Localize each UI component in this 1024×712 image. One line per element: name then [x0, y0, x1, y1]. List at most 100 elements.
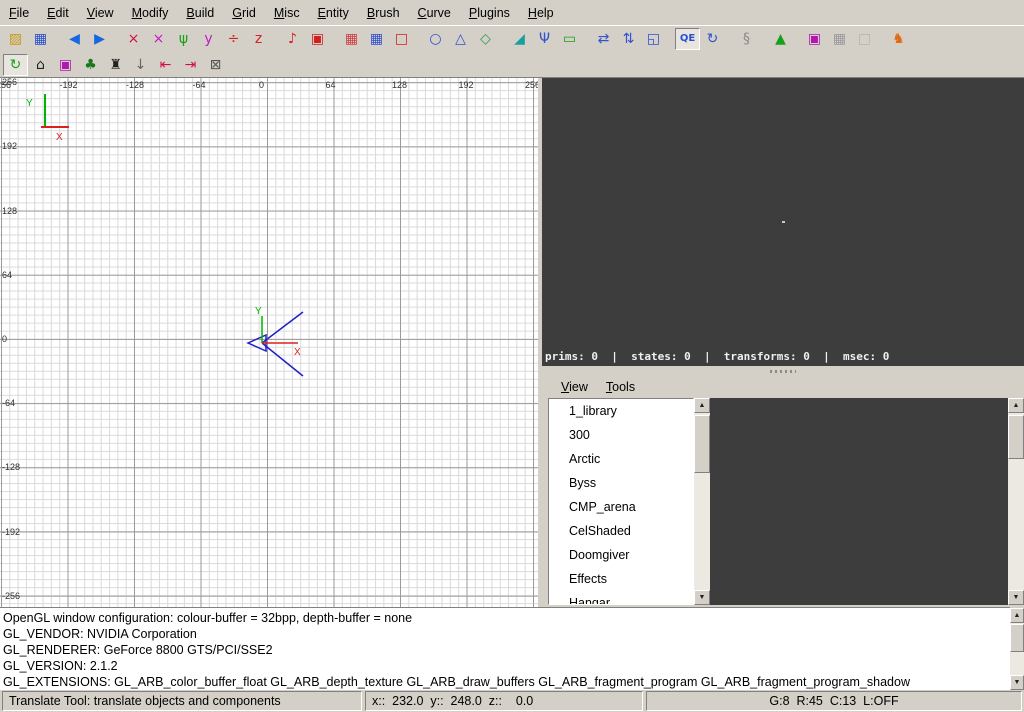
folder-item-arctic[interactable]: Arctic: [549, 447, 693, 471]
next-leak-spot-icon[interactable]: ⇥: [178, 54, 203, 76]
folder-list-scrollbar[interactable]: ▲ ▼: [694, 398, 710, 605]
undo-icon[interactable]: ◀: [62, 28, 87, 50]
save-icon[interactable]: ▦: [28, 28, 53, 50]
scrollbar-thumb[interactable]: [1008, 415, 1024, 459]
folder-item-byss[interactable]: Byss: [549, 471, 693, 495]
scrollbar-thumb[interactable]: [694, 415, 710, 473]
console-line: GL_VERSION: 2.1.2: [3, 658, 1007, 674]
menu-grid[interactable]: Grid: [223, 3, 265, 23]
menu-misc[interactable]: Misc: [265, 3, 309, 23]
menu-file[interactable]: File: [0, 3, 38, 23]
menu-build[interactable]: Build: [177, 3, 223, 23]
console[interactable]: OpenGL window configuration: colour-buff…: [0, 607, 1010, 690]
horizontal-splitter[interactable]: [542, 366, 1024, 376]
menu-plugins[interactable]: Plugins: [460, 3, 519, 23]
folder-item-300[interactable]: 300: [549, 423, 693, 447]
csg-subtract-icon[interactable]: ▦: [339, 28, 364, 50]
folder-item-cmp_arena[interactable]: CMP_arena: [549, 495, 693, 519]
scrollbar-track[interactable]: [1010, 623, 1024, 675]
top-ruler-label: 64: [326, 80, 336, 90]
bend-mode-icon[interactable]: ◢: [507, 28, 532, 50]
texture-preview-area[interactable]: [710, 398, 1008, 605]
key-icon[interactable]: §: [734, 28, 759, 50]
scroll-up-icon[interactable]: ▲: [694, 398, 710, 413]
grid-view-2d[interactable]: Y X Y X -256-192-128-6406412819225625619…: [0, 78, 538, 607]
free-rotate-icon[interactable]: ↻: [700, 28, 725, 50]
clipper-disabled-icon[interactable]: ⊠: [203, 54, 228, 76]
texture-menu-view[interactable]: View: [552, 378, 597, 396]
open-file-icon[interactable]: ▨: [3, 28, 28, 50]
y-flip-icon[interactable]: ψ: [171, 28, 196, 50]
top-ruler-label: 192: [459, 80, 474, 90]
camera-marker[interactable]: Y X: [243, 304, 313, 386]
cone-icon[interactable]: △: [448, 28, 473, 50]
texture-folder-list[interactable]: 1_library300ArcticByssCMP_arenaCelShaded…: [548, 398, 694, 605]
texture-flush-icon[interactable]: ▣: [53, 54, 78, 76]
left-ruler-label: 192: [2, 141, 17, 151]
rotate-lock-disabled-icon[interactable]: □: [852, 28, 877, 50]
x-flip-icon[interactable]: ×: [121, 28, 146, 50]
console-scrollbar[interactable]: ▲ ▼: [1010, 608, 1024, 690]
top-ruler-label: 128: [392, 80, 407, 90]
texture-preview-scrollbar[interactable]: ▲ ▼: [1008, 398, 1024, 605]
z-rotate-icon[interactable]: z: [246, 28, 271, 50]
scrollbar-track[interactable]: [1008, 413, 1024, 590]
scrollbar-thumb[interactable]: [1010, 624, 1024, 652]
origin-y-label: Y: [26, 98, 33, 109]
status-bar: Translate Tool: translate objects and co…: [0, 690, 1024, 712]
menu-curve[interactable]: Curve: [409, 3, 460, 23]
menu-modify[interactable]: Modify: [123, 3, 178, 23]
patch-y-icon[interactable]: Ψ: [532, 28, 557, 50]
cylinder-icon[interactable]: ○: [423, 28, 448, 50]
plugin-icon[interactable]: ♞: [886, 28, 911, 50]
menu-edit[interactable]: Edit: [38, 3, 78, 23]
top-ruler-label: 0: [259, 80, 264, 90]
menu-help[interactable]: Help: [519, 3, 563, 23]
menu-brush[interactable]: Brush: [358, 3, 409, 23]
folder-item-effects[interactable]: Effects: [549, 567, 693, 591]
menu-entity[interactable]: Entity: [309, 3, 358, 23]
scroll-down-icon[interactable]: ▼: [1008, 590, 1024, 605]
train-path-icon[interactable]: ♜: [103, 54, 128, 76]
texture-menu-tools[interactable]: Tools: [597, 378, 644, 396]
csg-merge-icon[interactable]: ▦: [364, 28, 389, 50]
prev-leak-spot-icon[interactable]: ⇤: [153, 54, 178, 76]
folder-item-doomgiver[interactable]: Doomgiver: [549, 543, 693, 567]
swap-views-icon[interactable]: ⇄: [591, 28, 616, 50]
y-rotate-icon[interactable]: y: [196, 28, 221, 50]
scroll-up-icon[interactable]: ▲: [1010, 608, 1024, 623]
show-models-icon[interactable]: ♣: [78, 54, 103, 76]
x-rotate-icon[interactable]: ×: [146, 28, 171, 50]
sphere-icon[interactable]: ◇: [473, 28, 498, 50]
terrain-icon[interactable]: ▲: [768, 28, 793, 50]
refresh-view-icon[interactable]: ↻: [3, 54, 28, 76]
scroll-up-icon[interactable]: ▲: [1008, 398, 1024, 413]
menu-view[interactable]: View: [78, 3, 123, 23]
texture-lock-disabled-icon[interactable]: ▦: [827, 28, 852, 50]
select-inside-icon[interactable]: ▣: [305, 28, 330, 50]
qe-mode-toggle[interactable]: QE: [675, 28, 700, 50]
left-ruler-label: 64: [2, 270, 12, 280]
select-touching-icon[interactable]: ♪: [280, 28, 305, 50]
cycle-views-icon[interactable]: ⇅: [616, 28, 641, 50]
z-flip-icon[interactable]: ÷: [221, 28, 246, 50]
fullscreen-icon[interactable]: ▭: [557, 28, 582, 50]
drop-entity-icon[interactable]: ↓: [128, 54, 153, 76]
folder-item-hangar[interactable]: Hangar: [549, 591, 693, 605]
redo-icon[interactable]: ▶: [87, 28, 112, 50]
popup-view-icon[interactable]: ◱: [641, 28, 666, 50]
camera-view-3d[interactable]: prims: 0 | states: 0 | transforms: 0 | m…: [542, 78, 1024, 366]
scrollbar-track[interactable]: [694, 413, 710, 590]
folder-item-celshaded[interactable]: CelShaded: [549, 519, 693, 543]
polygon-outline-icon[interactable]: ⌂: [28, 54, 53, 76]
status-coordinates: x:: 232.0 y:: 248.0 z:: 0.0: [365, 691, 643, 711]
scroll-down-icon[interactable]: ▼: [694, 590, 710, 605]
cursor-dot: [782, 221, 785, 223]
console-line: GL_RENDERER: GeForce 8800 GTS/PCI/SSE2: [3, 642, 1007, 658]
splitter-grip-icon: [770, 370, 796, 373]
texture-window-icon[interactable]: ▣: [802, 28, 827, 50]
scroll-down-icon[interactable]: ▼: [1010, 675, 1024, 690]
texture-panel-body: 1_library300ArcticByssCMP_arenaCelShaded…: [542, 398, 1024, 607]
folder-item-1_library[interactable]: 1_library: [549, 399, 693, 423]
make-hollow-icon[interactable]: □: [389, 28, 414, 50]
